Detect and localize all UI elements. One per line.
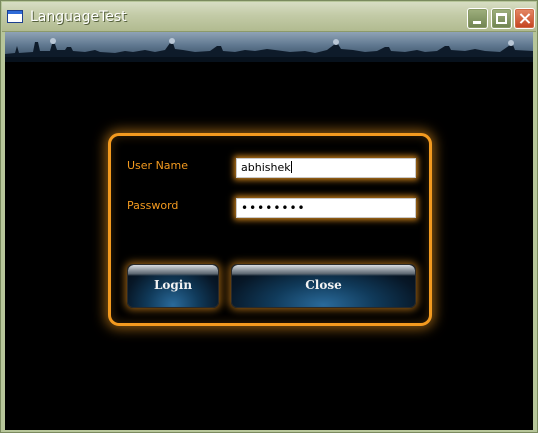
- window-title: LanguageTest: [30, 9, 127, 25]
- login-button[interactable]: Login: [127, 264, 219, 308]
- close-button-label: Close: [305, 278, 342, 292]
- minimize-icon[interactable]: [467, 8, 488, 29]
- password-label: Password: [127, 199, 179, 212]
- maximize-icon[interactable]: [491, 8, 512, 29]
- user-name-value: abhishek: [241, 161, 291, 174]
- text-caret: [290, 161, 292, 173]
- close-icon[interactable]: [514, 8, 535, 29]
- user-name-field[interactable]: abhishek: [236, 158, 416, 178]
- client-area: User Name abhishek Password •••••••• Log…: [5, 32, 533, 430]
- title-bar[interactable]: LanguageTest: [2, 2, 536, 32]
- app-window: LanguageTest User Name abhishek Password…: [0, 0, 538, 433]
- user-name-label: User Name: [127, 159, 189, 172]
- skyline-image: [5, 38, 533, 62]
- login-button-label: Login: [153, 278, 193, 292]
- password-field[interactable]: ••••••••: [236, 198, 416, 218]
- close-button[interactable]: Close: [231, 264, 416, 308]
- login-panel: User Name abhishek Password •••••••• Log…: [108, 133, 432, 326]
- skyline-banner: [5, 32, 533, 62]
- app-window-icon: [7, 10, 23, 23]
